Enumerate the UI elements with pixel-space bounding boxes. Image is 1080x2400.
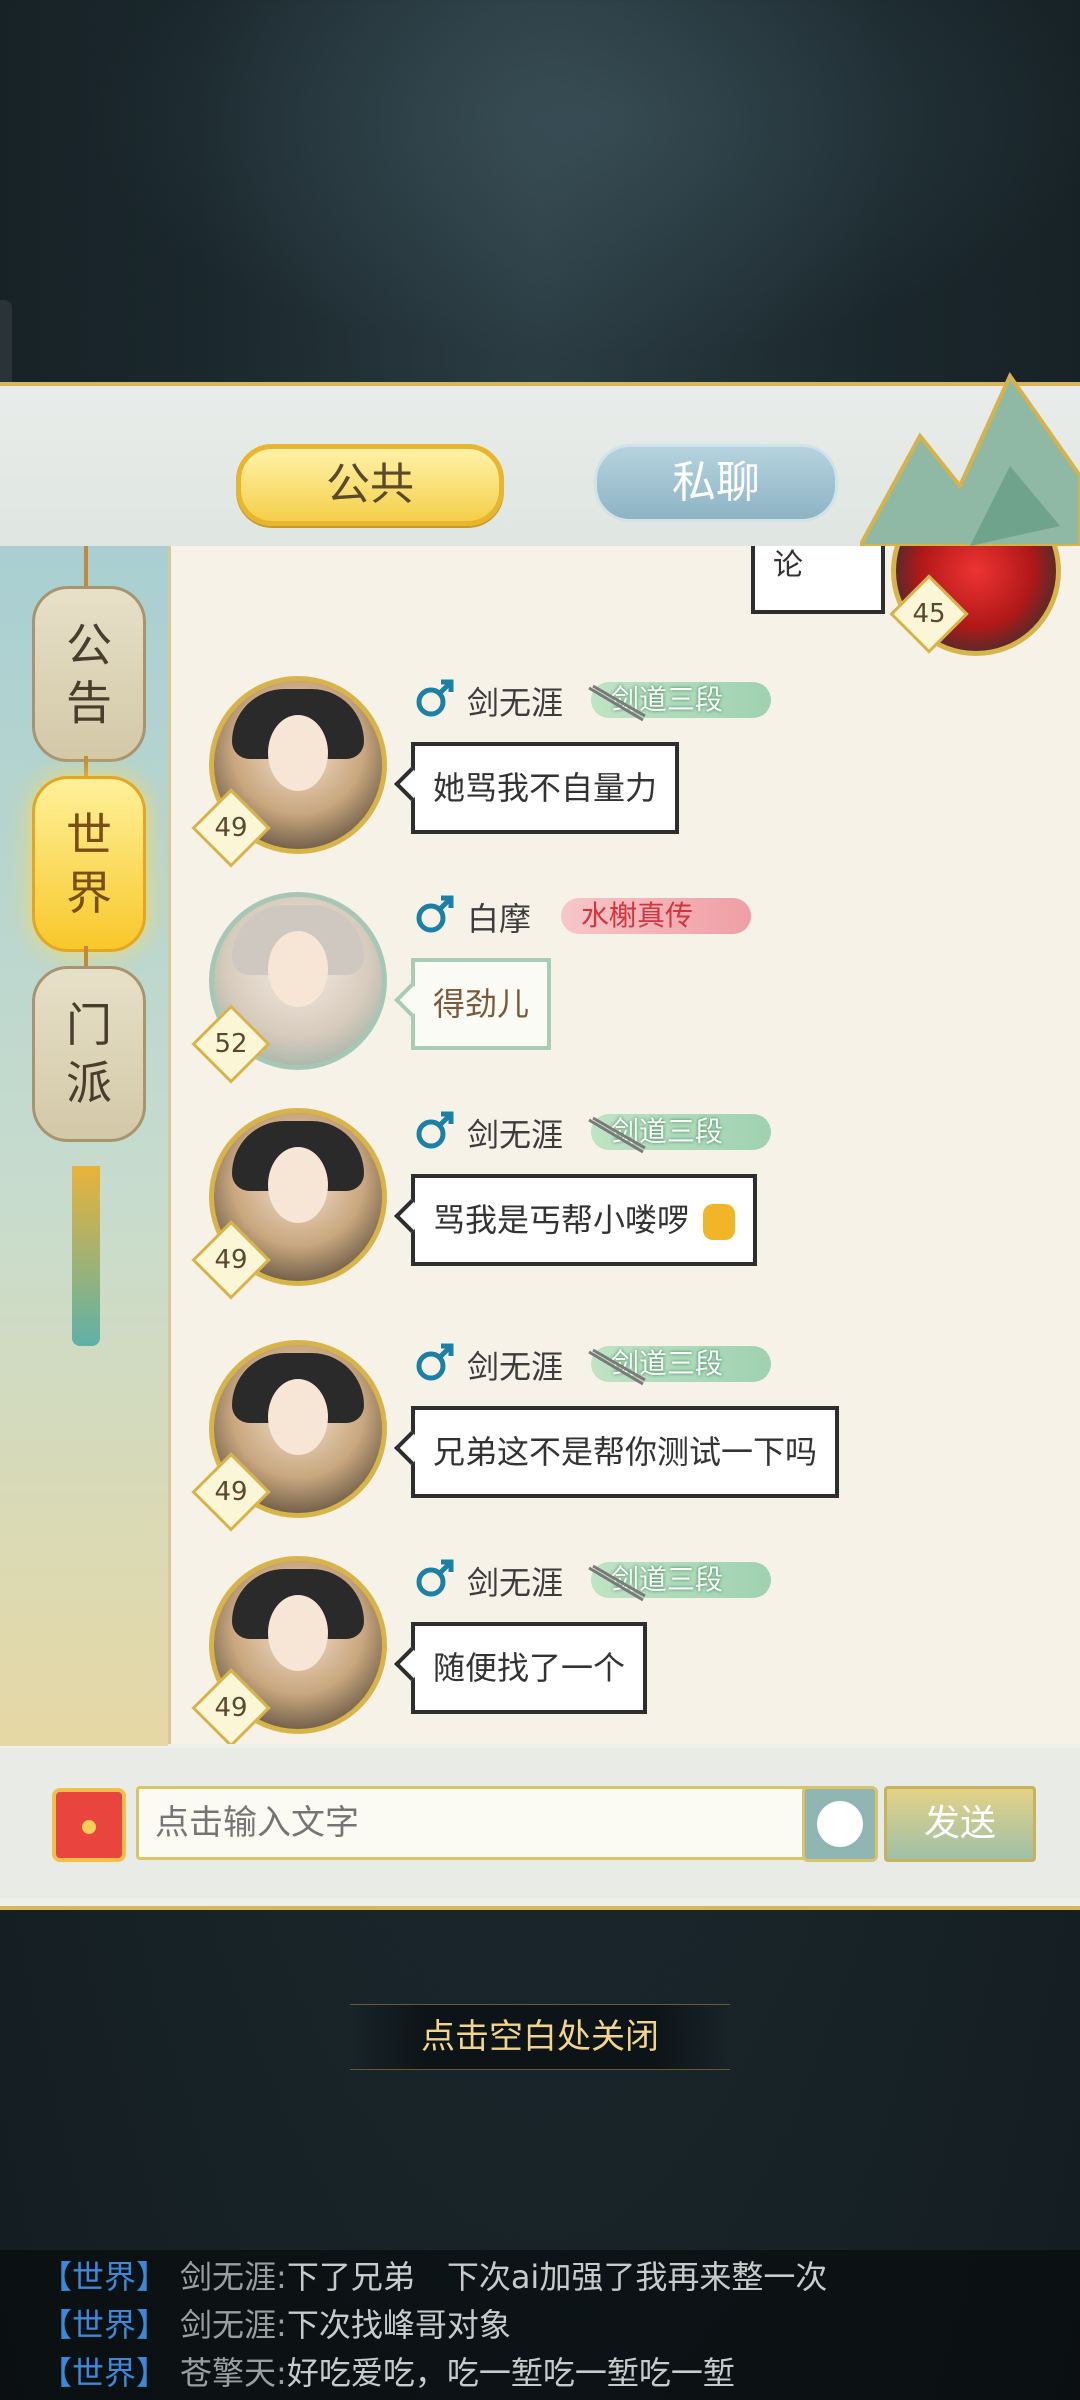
- level-value: 52: [214, 1029, 248, 1059]
- message-input[interactable]: [136, 1786, 824, 1860]
- chat-message: 49 剑无涯 剑道三段 随便找了一个: [171, 1556, 1080, 1744]
- feed-text: 下了兄弟 下次ai加强了我再来整一次: [286, 2258, 828, 2296]
- message-bubble: 她骂我不自量力: [394, 742, 680, 834]
- male-icon: [416, 1111, 454, 1149]
- feed-channel: 【世界】: [40, 2306, 169, 2344]
- feed-sender: 苍擎天:: [180, 2354, 287, 2392]
- side-tab-sect[interactable]: 门 派: [32, 966, 146, 1142]
- feed-channel: 【世界】: [40, 2258, 169, 2296]
- feed-text: 好吃爱吃，吃一堑吃一堑吃一堑: [286, 2354, 735, 2392]
- chat-message: 49 剑无涯 剑道三段 她骂我不自量力: [171, 676, 1080, 868]
- level-value: 49: [214, 813, 248, 843]
- lantern-string: [84, 546, 88, 586]
- sender-name[interactable]: 白摩: [467, 894, 531, 940]
- side-tab-char: 界: [66, 866, 112, 920]
- side-tab-char: 派: [66, 1056, 112, 1110]
- tab-private[interactable]: 私聊: [594, 444, 838, 522]
- smiley-icon: [817, 1801, 863, 1847]
- male-icon: [416, 679, 454, 717]
- sender-name[interactable]: 剑无涯: [467, 678, 563, 724]
- partial-message-text: 论: [773, 548, 803, 583]
- bubble-tail: [394, 983, 428, 1017]
- male-icon: [416, 1559, 454, 1597]
- chat-panel: 公共 私聊 公 告 世 界 门 派 论 45 49 剑无涯 剑道三段 她骂我不自…: [0, 371, 1080, 1910]
- feed-sender: 剑无涯:: [180, 2306, 287, 2344]
- world-chat-feed[interactable]: 【世界】 剑无涯:下了兄弟 下次ai加强了我再来整一次 【世界】 剑无涯:下次找峰哥…: [0, 2250, 1080, 2400]
- side-tab-char: 世: [66, 808, 112, 862]
- level-value: 49: [214, 1245, 248, 1275]
- sword-icon: [588, 1564, 646, 1602]
- message-bubble: 骂我是丐帮小喽啰: [394, 1174, 758, 1266]
- male-icon: [416, 1343, 454, 1381]
- message-text: 她骂我不自量力: [433, 769, 658, 807]
- feed-line: 【世界】 剑无涯:下次找峰哥对象: [40, 2302, 511, 2348]
- sword-icon: [588, 1348, 646, 1386]
- message-text: 骂我是丐帮小喽啰: [433, 1201, 690, 1239]
- feed-line: 【世界】 苍擎天:好吃爱吃，吃一堑吃一堑吃一堑: [40, 2350, 735, 2396]
- red-packet-button[interactable]: [52, 1788, 126, 1862]
- chat-input-bar: 发送: [0, 1748, 1080, 1898]
- side-tab-char: 公: [66, 618, 112, 672]
- side-tab-char: 告: [66, 676, 112, 730]
- tab-public[interactable]: 公共: [236, 444, 504, 526]
- bubble-tail: [394, 767, 428, 801]
- message-text: 兄弟这不是帮你测试一下吗: [433, 1433, 818, 1471]
- mountain-decoration-icon: [860, 371, 1080, 546]
- chat-header: 公共 私聊: [0, 371, 1080, 548]
- sword-icon: [588, 1116, 646, 1154]
- chat-message: 49 剑无涯 剑道三段 骂我是丐帮小喽啰: [171, 1108, 1080, 1300]
- emoji-button[interactable]: [802, 1786, 878, 1862]
- avatar-face: [268, 1147, 328, 1223]
- title-badge: 水榭真传: [561, 898, 751, 934]
- message-bubble: 兄弟这不是帮你测试一下吗: [394, 1406, 840, 1498]
- red-packet-icon: [82, 1820, 96, 1834]
- avatar-face: [268, 1595, 328, 1671]
- message-text: 随便找了一个: [433, 1649, 626, 1687]
- sender-name[interactable]: 剑无涯: [467, 1342, 563, 1388]
- avatar-face: [268, 715, 328, 791]
- bubble-tail: [394, 1199, 428, 1233]
- chat-message: 52 白摩 水榭真传 得劲儿: [171, 892, 1080, 1084]
- sender-name[interactable]: 剑无涯: [467, 1110, 563, 1156]
- feed-channel: 【世界】: [40, 2354, 169, 2392]
- feed-text: 下次找峰哥对象: [286, 2306, 511, 2344]
- background-mist: [0, 0, 1080, 400]
- chat-message: 49 剑无涯 剑道三段 兄弟这不是帮你测试一下吗: [171, 1340, 1080, 1532]
- male-icon: [416, 895, 454, 933]
- level-value: 49: [214, 1693, 248, 1723]
- message-bubble: 得劲儿: [394, 958, 552, 1050]
- chat-message-list[interactable]: 论 45 49 剑无涯 剑道三段 她骂我不自量力 52 白摩 水榭真传 得劲儿 …: [168, 546, 1080, 1744]
- message-bubble: 随便找了一个: [394, 1622, 648, 1714]
- bubble-tail: [394, 1647, 428, 1681]
- tassel-decoration: [72, 1166, 100, 1346]
- channel-sidebar: 公 告 世 界 门 派: [0, 546, 168, 1746]
- level-value: 45: [912, 599, 946, 629]
- sender-name[interactable]: 剑无涯: [467, 1558, 563, 1604]
- side-tab-announcement[interactable]: 公 告: [32, 586, 146, 762]
- avatar-face: [268, 931, 328, 1007]
- sword-icon: [588, 684, 646, 722]
- send-button[interactable]: 发送: [884, 1786, 1036, 1862]
- feed-sender: 剑无涯:: [180, 2258, 287, 2296]
- close-hint[interactable]: 点击空白处关闭: [350, 2004, 730, 2070]
- avatar-face: [268, 1379, 328, 1455]
- side-tab-char: 门: [66, 998, 112, 1052]
- feed-line: 【世界】 剑无涯:下了兄弟 下次ai加强了我再来整一次: [40, 2254, 827, 2300]
- emoji-icon: [703, 1204, 736, 1240]
- partial-message-bubble: 论: [751, 546, 885, 614]
- side-tab-world[interactable]: 世 界: [32, 776, 146, 952]
- bubble-tail: [394, 1431, 428, 1465]
- level-value: 49: [214, 1477, 248, 1507]
- message-text: 得劲儿: [433, 985, 530, 1023]
